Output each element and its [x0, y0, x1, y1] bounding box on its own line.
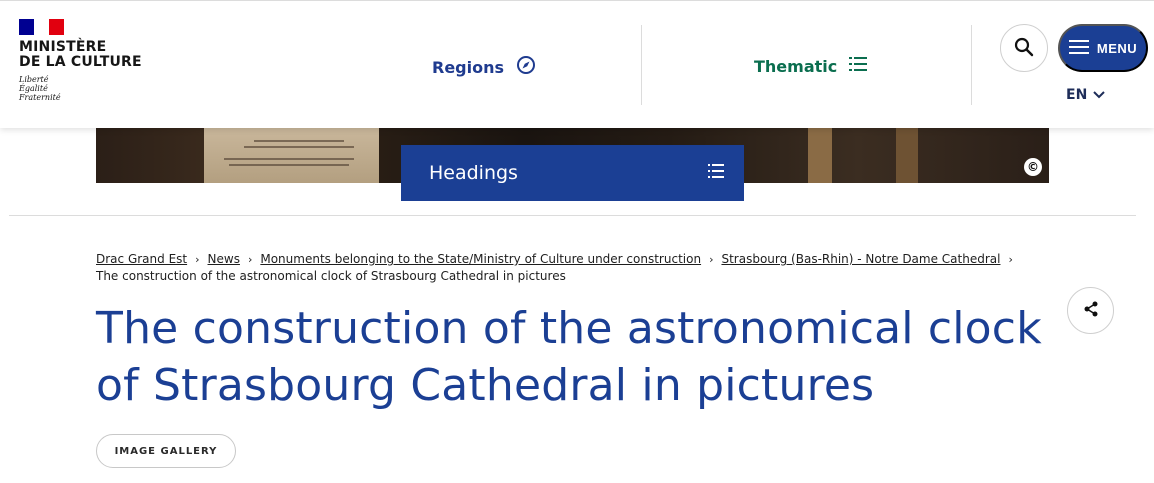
page-title: The construction of the astronomical clo…	[96, 303, 1042, 411]
chevron-right-icon: ›	[709, 253, 714, 266]
nav-divider	[641, 25, 642, 105]
nav-divider	[971, 25, 972, 105]
hamburger-icon	[1068, 39, 1089, 57]
nav-regions[interactable]: Regions	[432, 55, 536, 79]
menu-label: MENU	[1096, 40, 1138, 56]
list-icon	[708, 162, 724, 184]
wood-plank	[896, 128, 918, 183]
menu-button[interactable]: MENU	[1058, 24, 1148, 72]
chevron-down-icon	[1093, 87, 1105, 103]
language-label: EN	[1066, 87, 1088, 103]
headings-toggle[interactable]: Headings	[401, 145, 744, 201]
ministry-logo[interactable]: MINISTÈRE DE LA CULTURE Liberté Égalité …	[19, 19, 142, 102]
logo-line-2: DE LA CULTURE	[19, 54, 142, 70]
logo-line-1: MINISTÈRE	[19, 39, 107, 55]
headings-label: Headings	[429, 162, 518, 184]
ministry-name: MINISTÈRE DE LA CULTURE	[19, 40, 142, 70]
content-type-tag[interactable]: IMAGE GALLERY	[96, 434, 236, 468]
motto-line-1: Liberté	[19, 75, 49, 84]
section-divider	[9, 215, 1136, 216]
site-header: MINISTÈRE DE LA CULTURE Liberté Égalité …	[0, 0, 1154, 128]
chevron-right-icon: ›	[1008, 253, 1013, 266]
copyright-icon[interactable]: ©	[1024, 158, 1042, 176]
breadcrumb-current: The construction of the astronomical clo…	[96, 269, 566, 283]
compass-icon	[516, 55, 536, 79]
search-icon	[1014, 37, 1034, 60]
breadcrumb-item[interactable]: News	[208, 252, 240, 266]
search-button[interactable]	[1000, 24, 1048, 72]
breadcrumb: Drac Grand Est › News › Monuments belonging …	[96, 251, 1041, 285]
language-selector[interactable]: EN	[1066, 87, 1105, 103]
nav-thematic[interactable]: Thematic	[754, 55, 868, 77]
republic-motto: Liberté Égalité Fraternité	[19, 75, 142, 102]
list-icon	[849, 55, 868, 77]
french-flag-icon	[19, 19, 64, 35]
motto-line-3: Fraternité	[19, 93, 61, 102]
breadcrumb-item[interactable]: Strasbourg (Bas-Rhin) - Notre Dame Cathe…	[721, 252, 1000, 266]
breadcrumb-item[interactable]: Drac Grand Est	[96, 252, 187, 266]
breadcrumb-item[interactable]: Monuments belonging to the State/Ministr…	[260, 252, 701, 266]
chevron-right-icon: ›	[195, 253, 200, 266]
nav-thematic-label: Thematic	[754, 56, 838, 76]
wood-plank	[808, 128, 832, 183]
chevron-right-icon: ›	[247, 253, 253, 266]
motto-line-2: Égalité	[19, 84, 48, 93]
construction-sign	[204, 128, 379, 183]
nav-regions-label: Regions	[432, 57, 505, 77]
